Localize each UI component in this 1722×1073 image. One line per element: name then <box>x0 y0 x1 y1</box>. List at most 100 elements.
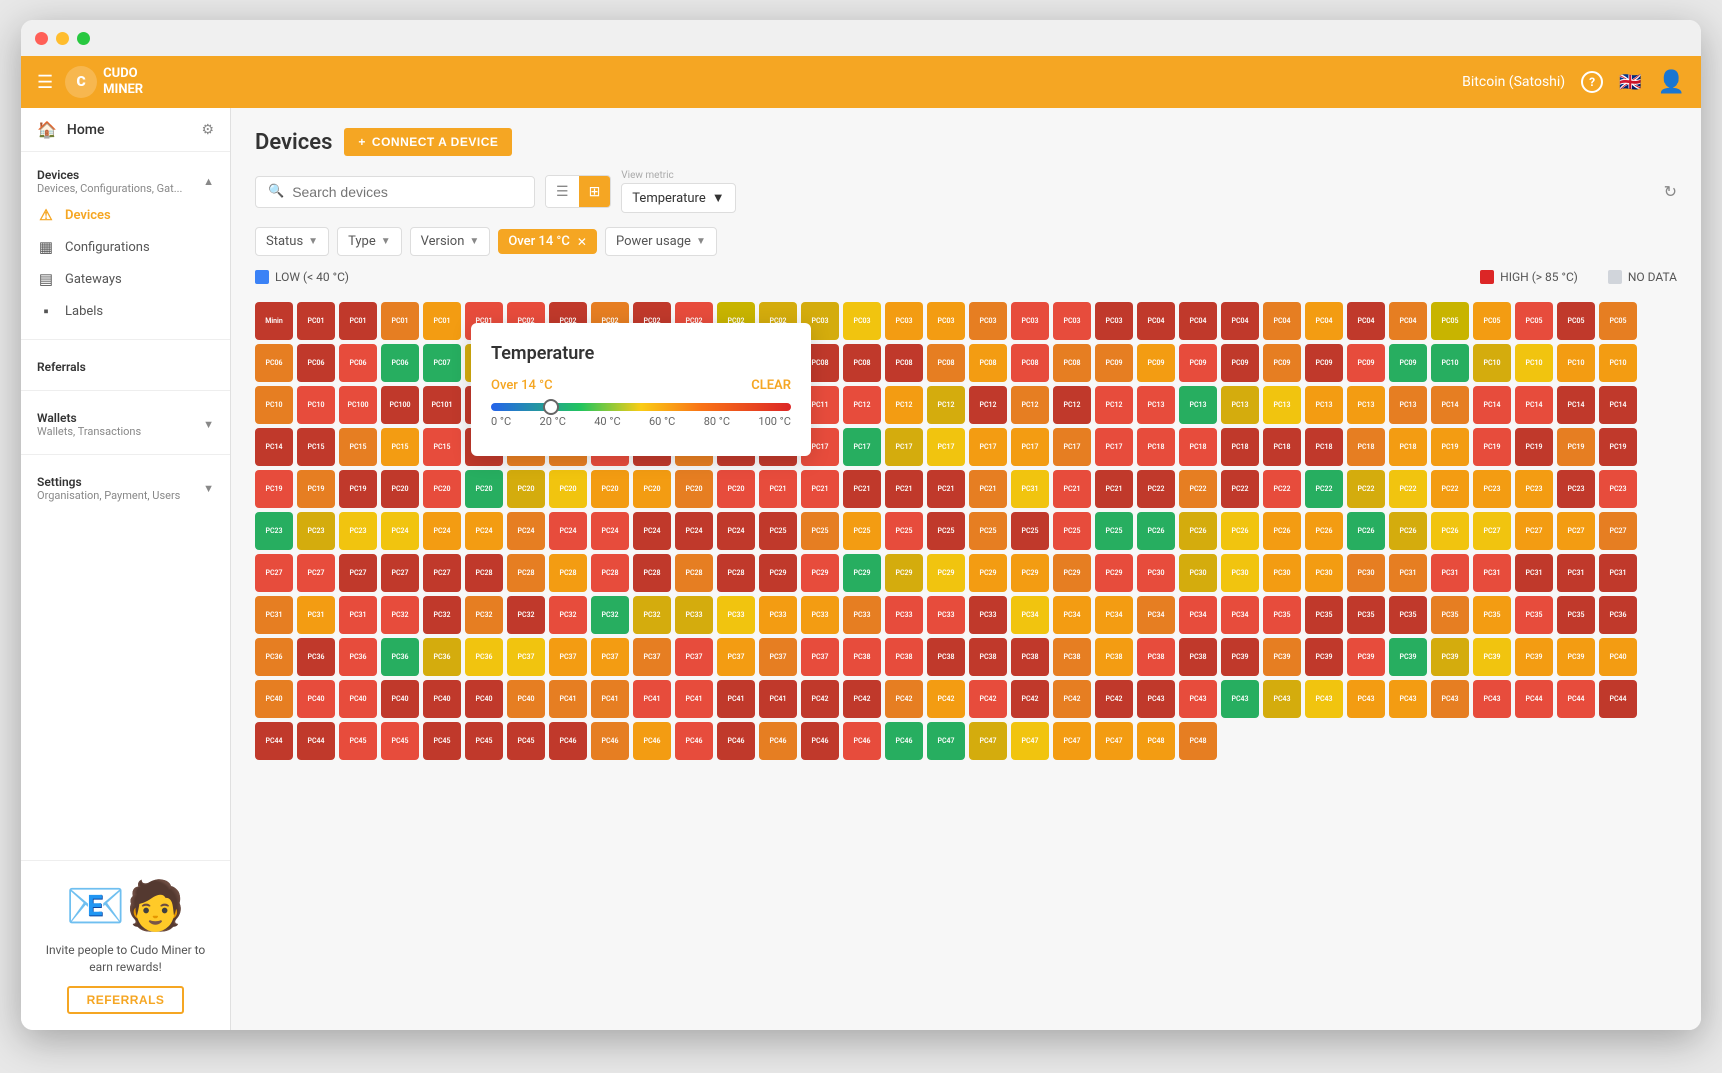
device-tile[interactable]: PC31 <box>1431 554 1469 592</box>
device-tile[interactable]: PC09 <box>1305 344 1343 382</box>
device-tile[interactable]: PC42 <box>927 680 965 718</box>
referrals-button[interactable]: REFERRALS <box>67 986 185 1014</box>
device-tile[interactable]: PC27 <box>381 554 419 592</box>
device-tile[interactable]: PC05 <box>1515 302 1553 340</box>
device-tile[interactable]: PC46 <box>801 722 839 760</box>
device-tile[interactable]: PC101 <box>423 386 461 424</box>
device-tile[interactable]: PC32 <box>507 596 545 634</box>
device-tile[interactable]: PC34 <box>1011 596 1049 634</box>
device-tile[interactable]: PC31 <box>1557 554 1595 592</box>
device-tile[interactable]: PC44 <box>1515 680 1553 718</box>
device-tile[interactable]: PC10 <box>1473 344 1511 382</box>
device-tile[interactable]: Minin <box>255 302 293 340</box>
device-tile[interactable]: PC39 <box>1557 638 1595 676</box>
device-tile[interactable]: PC24 <box>423 512 461 550</box>
device-tile[interactable]: PC42 <box>843 680 881 718</box>
device-tile[interactable]: PC18 <box>1305 428 1343 466</box>
device-tile[interactable]: PC04 <box>1347 302 1385 340</box>
device-tile[interactable]: PC100 <box>381 386 419 424</box>
device-tile[interactable]: PC15 <box>381 428 419 466</box>
sidebar-item-configurations[interactable]: ▦ Configurations <box>21 231 230 263</box>
device-tile[interactable]: PC04 <box>1221 302 1259 340</box>
search-input[interactable] <box>292 184 522 200</box>
device-tile[interactable]: PC36 <box>1599 596 1637 634</box>
device-tile[interactable]: PC27 <box>1515 512 1553 550</box>
device-tile[interactable]: PC21 <box>843 470 881 508</box>
device-tile[interactable]: PC27 <box>339 554 377 592</box>
device-tile[interactable]: PC34 <box>1053 596 1091 634</box>
device-tile[interactable]: PC32 <box>465 596 503 634</box>
device-tile[interactable]: PC23 <box>339 512 377 550</box>
device-tile[interactable]: PC01 <box>423 302 461 340</box>
device-tile[interactable]: PC31 <box>1473 554 1511 592</box>
device-tile[interactable]: PC22 <box>1389 470 1427 508</box>
device-tile[interactable]: PC26 <box>1347 512 1385 550</box>
sidebar-section-referrals-header[interactable]: Referrals <box>21 352 230 378</box>
device-tile[interactable]: PC39 <box>1431 638 1469 676</box>
sidebar-section-settings-header[interactable]: Settings Organisation, Payment, Users ▼ <box>21 467 230 506</box>
device-tile[interactable]: PC40 <box>339 680 377 718</box>
device-tile[interactable]: PC29 <box>1053 554 1091 592</box>
device-tile[interactable]: PC23 <box>255 512 293 550</box>
device-tile[interactable]: PC20 <box>549 470 587 508</box>
device-tile[interactable]: PC19 <box>1557 428 1595 466</box>
device-tile[interactable]: PC46 <box>633 722 671 760</box>
device-tile[interactable]: PC43 <box>1263 680 1301 718</box>
device-tile[interactable]: PC10 <box>1515 344 1553 382</box>
sidebar-section-devices-header[interactable]: Devices Devices, Configurations, Gat... … <box>21 160 230 199</box>
device-tile[interactable]: PC14 <box>1431 386 1469 424</box>
user-icon[interactable]: 👤 <box>1658 70 1685 95</box>
device-tile[interactable]: PC37 <box>759 638 797 676</box>
device-tile[interactable]: PC44 <box>1557 680 1595 718</box>
device-tile[interactable]: PC35 <box>1557 596 1595 634</box>
sidebar-home[interactable]: 🏠 Home ⚙ <box>21 108 230 152</box>
sidebar-item-labels[interactable]: ▪ Labels <box>21 295 230 327</box>
device-tile[interactable]: PC07 <box>423 344 461 382</box>
device-tile[interactable]: PC04 <box>1305 302 1343 340</box>
device-tile[interactable]: PC47 <box>1053 722 1091 760</box>
device-tile[interactable]: PC23 <box>1557 470 1595 508</box>
device-tile[interactable]: PC46 <box>759 722 797 760</box>
device-tile[interactable]: PC19 <box>339 470 377 508</box>
device-tile[interactable]: PC28 <box>591 554 629 592</box>
device-tile[interactable]: PC37 <box>801 638 839 676</box>
device-tile[interactable]: PC40 <box>255 680 293 718</box>
device-tile[interactable]: PC23 <box>1599 470 1637 508</box>
device-tile[interactable]: PC34 <box>1179 596 1217 634</box>
device-tile[interactable]: PC09 <box>1347 344 1385 382</box>
device-tile[interactable]: PC04 <box>1263 302 1301 340</box>
device-tile[interactable]: PC25 <box>759 512 797 550</box>
device-tile[interactable]: PC13 <box>1305 386 1343 424</box>
device-tile[interactable]: PC17 <box>885 428 923 466</box>
device-tile[interactable]: PC21 <box>1095 470 1133 508</box>
device-tile[interactable]: PC17 <box>969 428 1007 466</box>
device-tile[interactable]: PC08 <box>969 344 1007 382</box>
device-tile[interactable]: PC24 <box>549 512 587 550</box>
device-tile[interactable]: PC13 <box>1347 386 1385 424</box>
device-tile[interactable]: PC19 <box>297 470 335 508</box>
device-tile[interactable]: PC22 <box>1221 470 1259 508</box>
device-tile[interactable]: PC08 <box>843 344 881 382</box>
device-tile[interactable]: PC09 <box>1263 344 1301 382</box>
device-tile[interactable]: PC09 <box>1389 344 1427 382</box>
device-tile[interactable]: PC47 <box>969 722 1007 760</box>
device-tile[interactable]: PC38 <box>1053 638 1091 676</box>
device-tile[interactable]: PC40 <box>297 680 335 718</box>
device-tile[interactable]: PC39 <box>1305 638 1343 676</box>
device-tile[interactable]: PC25 <box>927 512 965 550</box>
device-tile[interactable]: PC29 <box>1011 554 1049 592</box>
device-tile[interactable]: PC36 <box>297 638 335 676</box>
device-tile[interactable]: PC24 <box>675 512 713 550</box>
device-tile[interactable]: PC41 <box>549 680 587 718</box>
device-tile[interactable]: PC22 <box>1305 470 1343 508</box>
device-tile[interactable]: PC19 <box>1431 428 1469 466</box>
device-tile[interactable]: PC18 <box>1263 428 1301 466</box>
device-tile[interactable]: PC25 <box>843 512 881 550</box>
device-tile[interactable]: PC22 <box>1431 470 1469 508</box>
device-tile[interactable]: PC01 <box>339 302 377 340</box>
device-tile[interactable]: PC17 <box>843 428 881 466</box>
device-tile[interactable]: PC25 <box>1053 512 1091 550</box>
device-tile[interactable]: PC37 <box>507 638 545 676</box>
device-tile[interactable]: PC10 <box>255 386 293 424</box>
device-tile[interactable]: PC46 <box>843 722 881 760</box>
